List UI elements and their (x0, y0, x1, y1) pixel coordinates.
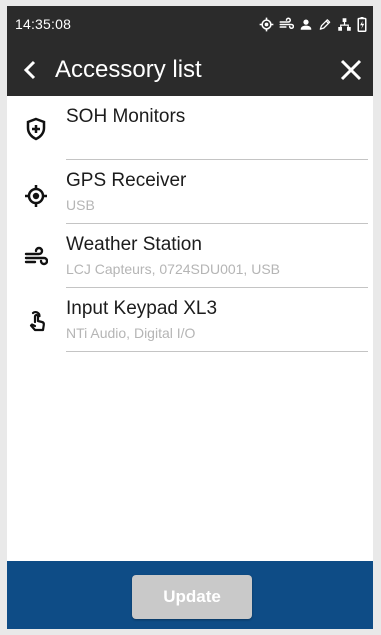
list-item-input-keypad[interactable]: Input Keypad XL3 NTi Audio, Digital I/O (7, 288, 373, 352)
touch-hand-icon (24, 309, 48, 333)
shield-plus-icon (24, 117, 48, 141)
status-bar: 14:35:08 (7, 6, 373, 43)
network-icon (337, 17, 352, 32)
accessory-subtitle: USB (66, 197, 95, 213)
status-icons (259, 16, 367, 32)
list-item-text: SOH Monitors (66, 96, 368, 160)
close-icon[interactable] (337, 56, 365, 84)
accessory-title: SOH Monitors (66, 106, 186, 127)
gps-target-icon (24, 184, 48, 208)
list-item-soh-monitors[interactable]: SOH Monitors (7, 96, 373, 160)
gps-fix-icon (259, 17, 274, 32)
page-title: Accessory list (55, 56, 202, 83)
list-item-weather-station[interactable]: Weather Station LCJ Capteurs, 0724SDU001… (7, 224, 373, 288)
accessory-subtitle: LCJ Capteurs, 0724SDU001, USB (66, 261, 280, 277)
accessory-title: Input Keypad XL3 (66, 298, 218, 319)
wind-icon (24, 246, 49, 270)
list-item-gps-receiver[interactable]: GPS Receiver USB (7, 160, 373, 224)
accessory-list: SOH Monitors GPS Receiver USB Weather St… (7, 96, 373, 352)
list-item-text: Weather Station LCJ Capteurs, 0724SDU001… (66, 224, 368, 288)
device-screen: 14:35:08 Accessory list SOH Monitors GPS… (7, 6, 373, 629)
status-time: 14:35:08 (15, 16, 72, 32)
pen-icon (318, 17, 332, 32)
app-bar: Accessory list (7, 43, 373, 96)
wind-icon (279, 17, 294, 32)
list-item-text: Input Keypad XL3 NTi Audio, Digital I/O (66, 288, 368, 352)
person-icon (299, 17, 313, 32)
battery-charging-icon (357, 16, 367, 32)
list-item-text: GPS Receiver USB (66, 160, 368, 224)
accessory-title: Weather Station (66, 234, 202, 255)
footer-bar: Update (7, 561, 373, 629)
chevron-left-icon[interactable] (19, 58, 43, 82)
accessory-subtitle: NTi Audio, Digital I/O (66, 325, 196, 341)
accessory-title: GPS Receiver (66, 170, 187, 191)
update-button[interactable]: Update (132, 575, 252, 619)
